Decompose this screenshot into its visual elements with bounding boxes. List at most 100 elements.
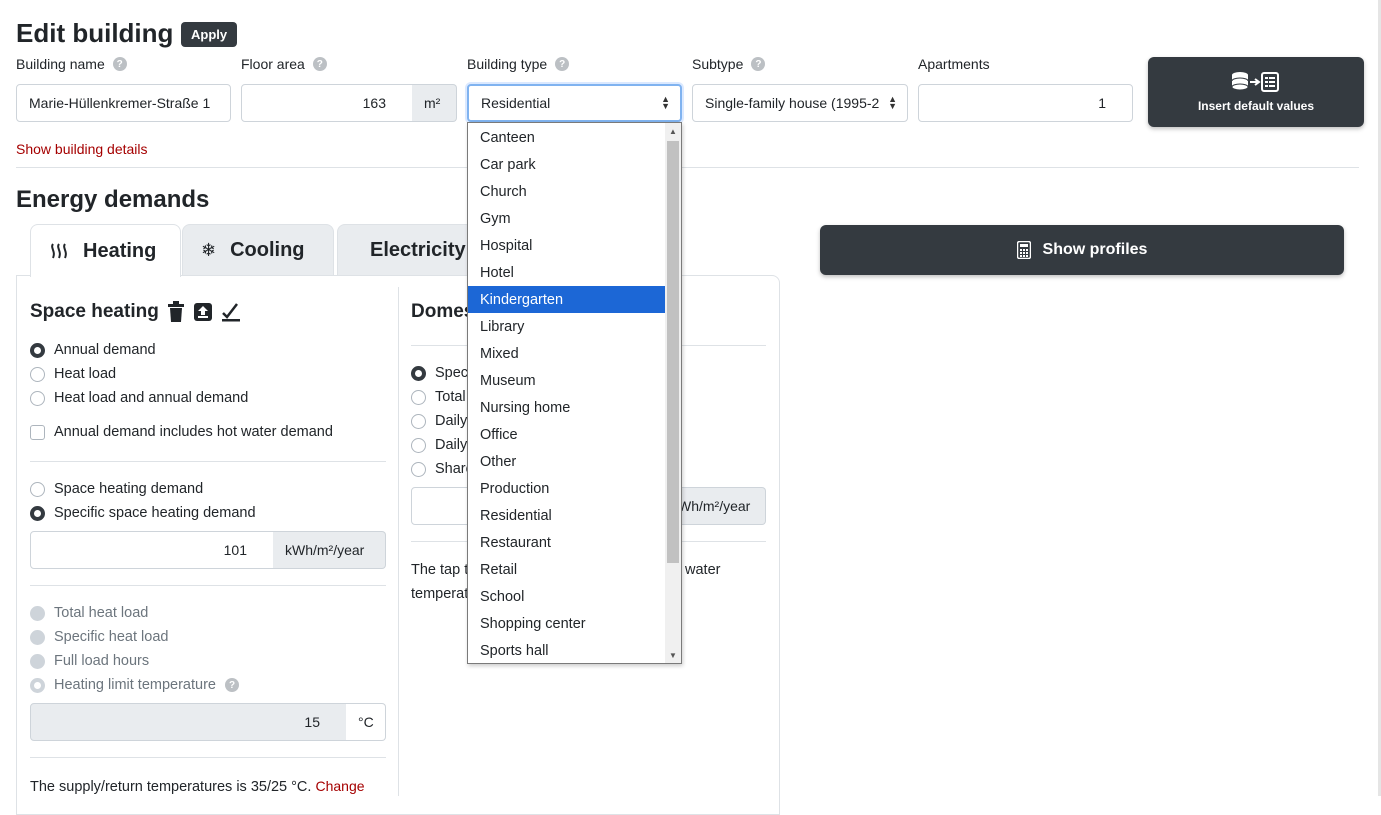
limit-temperature-input[interactable]: 15 bbox=[30, 703, 347, 741]
radio-button[interactable] bbox=[411, 413, 426, 429]
full-load-hours-option[interactable]: Full load hours bbox=[30, 653, 149, 669]
show-profiles-label: Show profiles bbox=[1042, 241, 1148, 258]
dhw-specific-option[interactable]: Speci bbox=[411, 365, 471, 381]
tab-heating-label: Heating bbox=[83, 239, 157, 262]
total-heat-load-label: Total heat load bbox=[54, 605, 149, 621]
floor-area-value: 163 bbox=[362, 95, 386, 111]
building-name-label-text: Building name bbox=[16, 56, 105, 72]
radio-button[interactable] bbox=[30, 677, 45, 693]
help-icon[interactable]: ? bbox=[751, 57, 766, 71]
heat-load-annual-option[interactable]: Heat load and annual demand bbox=[30, 390, 248, 406]
dhw-text-line1-end: water bbox=[685, 562, 721, 578]
dhw-share-option[interactable]: Share bbox=[411, 461, 474, 477]
help-icon[interactable]: ? bbox=[312, 57, 327, 71]
dropdown-option[interactable]: Residential bbox=[468, 502, 665, 529]
trash-icon[interactable] bbox=[167, 301, 185, 323]
radio-button[interactable] bbox=[30, 605, 45, 621]
total-heat-load-option[interactable]: Total heat load bbox=[30, 605, 148, 621]
limit-temperature-value: 15 bbox=[304, 714, 320, 730]
dhw-daily-option[interactable]: Daily bbox=[411, 413, 467, 429]
scroll-thumb[interactable] bbox=[667, 141, 679, 563]
dropdown-option-selected[interactable]: Kindergarten bbox=[468, 286, 665, 313]
dropdown-option[interactable]: Restaurant bbox=[468, 529, 665, 556]
insert-default-values-button[interactable]: Insert default values bbox=[1148, 57, 1364, 127]
dropdown-option[interactable]: Hospital bbox=[468, 232, 665, 259]
dropdown-option[interactable]: Gym bbox=[468, 205, 665, 232]
radio-button[interactable] bbox=[30, 629, 45, 645]
heat-load-option[interactable]: Heat load bbox=[30, 366, 116, 382]
includes-hot-water-option[interactable]: Annual demand includes hot water demand bbox=[30, 424, 333, 440]
building-name-input[interactable]: Marie-Hüllenkremer-Straße 1 bbox=[16, 84, 231, 122]
space-heating-demand-option[interactable]: Space heating demand bbox=[30, 481, 203, 497]
dropdown-option[interactable]: Museum bbox=[468, 367, 665, 394]
floor-area-input[interactable]: 163 bbox=[241, 84, 413, 122]
subtype-select[interactable]: Single-family house (1995-2001) ▲▼ bbox=[692, 84, 908, 122]
radio-button[interactable] bbox=[411, 389, 426, 405]
tab-heating[interactable]: Heating bbox=[30, 224, 181, 277]
apply-button[interactable]: Apply bbox=[181, 22, 238, 47]
upload-icon[interactable] bbox=[193, 301, 213, 323]
help-icon[interactable]: ? bbox=[112, 57, 127, 71]
dhw-total-option[interactable]: Total bbox=[411, 389, 466, 405]
building-type-dropdown[interactable]: Canteen Car park Church Gym Hospital Hot… bbox=[467, 122, 682, 664]
scroll-up-arrow-icon[interactable]: ▲ bbox=[665, 123, 681, 139]
help-icon[interactable]: ? bbox=[555, 57, 570, 71]
specific-heat-load-option[interactable]: Specific heat load bbox=[30, 629, 168, 645]
specific-demand-input[interactable]: 101 bbox=[30, 531, 274, 569]
dropdown-option[interactable]: Production bbox=[468, 475, 665, 502]
radio-button[interactable] bbox=[30, 342, 45, 358]
apartments-input[interactable]: 1 bbox=[918, 84, 1133, 122]
calculator-icon bbox=[1016, 241, 1031, 259]
apartments-value: 1 bbox=[1098, 95, 1106, 111]
scroll-down-arrow-icon[interactable]: ▼ bbox=[665, 647, 681, 663]
radio-button[interactable] bbox=[411, 365, 426, 381]
dhw-unit: Wh/m²/year bbox=[670, 487, 766, 525]
dropdown-option[interactable]: Car park bbox=[468, 151, 665, 178]
annual-demand-label: Annual demand bbox=[54, 342, 156, 358]
dropdown-option[interactable]: Sports hall bbox=[468, 637, 665, 663]
space-heating-header: Space heating bbox=[30, 301, 241, 323]
full-load-hours-label: Full load hours bbox=[54, 653, 150, 669]
dhw-text-line1-start: The tap t bbox=[411, 562, 469, 578]
specific-space-heating-demand-option[interactable]: Specific space heating demand bbox=[30, 505, 256, 521]
dropdown-option[interactable]: Church bbox=[468, 178, 665, 205]
change-link[interactable]: Change bbox=[315, 778, 364, 794]
dropdown-option[interactable]: Other bbox=[468, 448, 665, 475]
limit-temperature-unit: °C bbox=[346, 703, 386, 741]
column-divider bbox=[398, 287, 399, 796]
radio-button[interactable] bbox=[30, 653, 45, 669]
radio-button[interactable] bbox=[30, 390, 45, 406]
help-icon[interactable]: ? bbox=[225, 678, 239, 692]
dropdown-option[interactable]: Office bbox=[468, 421, 665, 448]
heat-load-label: Heat load bbox=[54, 366, 117, 382]
dropdown-option[interactable]: Shopping center bbox=[468, 610, 665, 637]
radio-button[interactable] bbox=[30, 505, 45, 521]
dropdown-option[interactable]: School bbox=[468, 583, 665, 610]
supply-return-sentence: The supply/return temperatures is 35/25 … bbox=[30, 779, 312, 795]
building-type-select[interactable]: Residential ▲ ▼ bbox=[467, 84, 682, 122]
radio-button[interactable] bbox=[411, 437, 426, 453]
tab-cooling[interactable]: ❄ Cooling bbox=[182, 224, 334, 276]
floor-area-label: Floor area ? bbox=[241, 56, 327, 72]
annual-demand-option[interactable]: Annual demand bbox=[30, 342, 156, 358]
dropdown-option[interactable]: Mixed bbox=[468, 340, 665, 367]
dropdown-option[interactable]: Retail bbox=[468, 556, 665, 583]
checkbox[interactable] bbox=[30, 424, 45, 440]
dropdown-scrollbar[interactable]: ▲ ▼ bbox=[665, 123, 681, 663]
dropdown-option[interactable]: Canteen bbox=[468, 124, 665, 151]
show-building-details-link[interactable]: Show building details bbox=[16, 141, 148, 157]
radio-button[interactable] bbox=[30, 366, 45, 382]
tab-electricity[interactable]: Electricity bbox=[337, 224, 477, 276]
radio-button[interactable] bbox=[411, 461, 426, 477]
dropdown-option[interactable]: Library bbox=[468, 313, 665, 340]
heating-limit-temperature-option[interactable]: Heating limit temperature ? bbox=[30, 677, 239, 693]
show-profiles-button[interactable]: Show profiles bbox=[820, 225, 1344, 275]
dropdown-option[interactable]: Hotel bbox=[468, 259, 665, 286]
dhw-daily-2-option[interactable]: Daily bbox=[411, 437, 467, 453]
heating-icon bbox=[51, 243, 67, 259]
radio-button[interactable] bbox=[30, 481, 45, 497]
heat-load-annual-label: Heat load and annual demand bbox=[54, 390, 249, 406]
domestic-hot-water-title: Domes bbox=[411, 301, 475, 322]
sign-icon[interactable] bbox=[221, 301, 241, 323]
dropdown-option[interactable]: Nursing home bbox=[468, 394, 665, 421]
